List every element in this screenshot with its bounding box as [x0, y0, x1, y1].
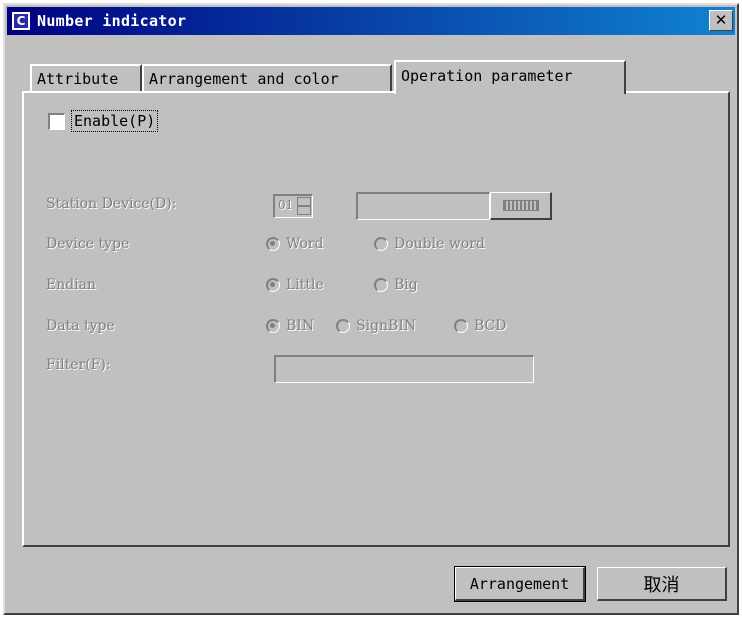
radio-signbin-label: SignBIN	[356, 318, 417, 334]
tab-label: Arrangement and color	[149, 70, 339, 88]
radio-word-label: Word	[286, 236, 324, 252]
radio-little[interactable]: Little	[266, 277, 324, 293]
arrangement-button-label: Arrangement	[469, 574, 570, 593]
radio-signbin[interactable]: SignBIN	[336, 318, 416, 334]
radio-word[interactable]: Word	[266, 236, 324, 252]
radio-button[interactable]	[336, 319, 350, 333]
radio-big-label: Big	[394, 277, 418, 293]
tab-label: Attribute	[37, 70, 119, 88]
station-device-spinner[interactable]: 01	[273, 194, 313, 218]
enable-checkbox-row[interactable]: Enable(P)	[48, 110, 159, 132]
cancel-button[interactable]: 取消	[597, 567, 727, 601]
filter-label: Filter(F):	[46, 357, 111, 373]
station-device-label: Station Device(D):	[46, 196, 177, 212]
close-button[interactable]: ✕	[709, 10, 733, 31]
radio-bin-label: BIN	[286, 318, 315, 334]
app-c-icon: C	[11, 11, 31, 31]
radio-double-word-label: Double word	[394, 236, 485, 252]
tab-attribute[interactable]: Attribute	[30, 64, 142, 92]
radio-bin[interactable]: BIN	[266, 318, 314, 334]
window-title: Number indicator	[37, 12, 187, 30]
tab-operation-parameter[interactable]: Operation parameter	[394, 60, 626, 94]
enable-checkbox[interactable]	[48, 112, 65, 130]
data-type-label: Data type	[46, 318, 115, 334]
endian-label: Endian	[46, 277, 97, 293]
tab-label: Operation parameter	[401, 67, 573, 85]
arrangement-button[interactable]: Arrangement	[454, 566, 586, 602]
radio-button[interactable]	[266, 237, 280, 251]
radio-little-label: Little	[286, 277, 324, 293]
filter-input[interactable]	[274, 355, 534, 383]
station-device-input[interactable]	[356, 192, 490, 220]
close-icon: ✕	[714, 11, 728, 29]
radio-button[interactable]	[374, 278, 388, 292]
tab-arrangement-and-color[interactable]: Arrangement and color	[142, 64, 392, 92]
station-device-value: 01	[278, 198, 294, 212]
radio-bcd-label: BCD	[474, 318, 507, 334]
keyboard-button[interactable]	[490, 192, 552, 220]
radio-button[interactable]	[374, 237, 388, 251]
radio-double-word[interactable]: Double word	[374, 236, 485, 252]
title-bar: C Number indicator ✕	[7, 7, 735, 35]
enable-label: Enable(P)	[71, 110, 159, 132]
radio-button[interactable]	[266, 319, 280, 333]
keyboard-icon	[503, 200, 539, 211]
cancel-button-label: 取消	[643, 574, 680, 596]
radio-button[interactable]	[454, 319, 468, 333]
device-type-label: Device type	[46, 236, 130, 252]
radio-button[interactable]	[266, 278, 280, 292]
radio-big[interactable]: Big	[374, 277, 418, 293]
spinner-arrows-icon[interactable]	[297, 197, 311, 216]
radio-bcd[interactable]: BCD	[454, 318, 506, 334]
